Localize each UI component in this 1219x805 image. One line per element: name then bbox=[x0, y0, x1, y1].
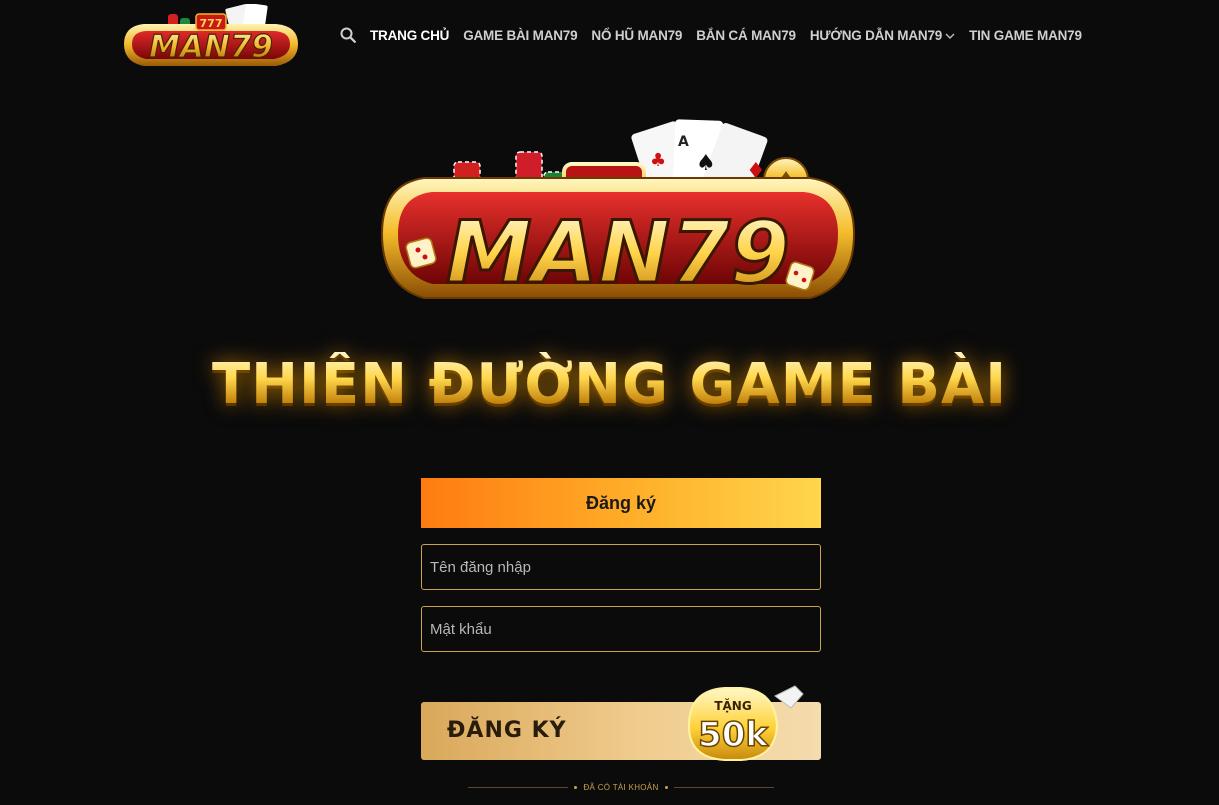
svg-text:♠: ♠ bbox=[696, 151, 716, 176]
hand-icon bbox=[774, 685, 804, 709]
register-button[interactable]: ĐĂNG KÝ TẶNG 50k bbox=[421, 685, 821, 761]
chevron-down-icon bbox=[945, 28, 955, 43]
tab-register-label: Đăng ký bbox=[585, 492, 657, 513]
nav-item-no-hu[interactable]: NỔ HŨ MAN79 bbox=[591, 28, 682, 43]
nav-item-huong-dan[interactable]: HƯỚNG DẪN MAN79 bbox=[810, 28, 955, 43]
man79-logo[interactable]: 777 MAN79 bbox=[110, 4, 310, 78]
search-icon[interactable] bbox=[340, 27, 356, 43]
svg-text:♣: ♣ bbox=[650, 150, 666, 171]
tab-register[interactable]: Đăng ký bbox=[421, 478, 821, 528]
logo-text: MAN79 bbox=[149, 29, 273, 65]
register-form: Đăng ký ĐĂNG KÝ TẶNG 50k ĐÃ CÓ TÀI KHOẢN bbox=[421, 478, 821, 792]
nav-item-trang-chu[interactable]: TRANG CHỦ bbox=[370, 28, 449, 43]
password-input[interactable] bbox=[430, 620, 812, 638]
register-button-label: ĐĂNG KÝ bbox=[447, 718, 567, 743]
nav-item-label: BẮN CÁ MAN79 bbox=[696, 27, 796, 43]
hero-slogan: THIÊN ĐƯỜNG GAME BÀI bbox=[0, 352, 1219, 417]
nav-item-label: HƯỚNG DẪN MAN79 bbox=[809, 27, 943, 43]
nav-item-label: TRANG CHỦ bbox=[370, 27, 450, 43]
password-field bbox=[421, 606, 821, 652]
nav-item-ban-ca[interactable]: BẮN CÁ MAN79 bbox=[696, 28, 796, 43]
nav-item-label: GAME BÀI MAN79 bbox=[463, 27, 578, 43]
login-divider: ĐÃ CÓ TÀI KHOẢN bbox=[468, 780, 774, 794]
username-field bbox=[421, 544, 821, 590]
man79-hero-logo: A ♠ ♦ ♣ 777 ♠ MAN79 bbox=[380, 119, 856, 305]
username-input[interactable] bbox=[430, 558, 812, 576]
site-header: 777 MAN79 TRANG CHỦ GAME BÀI MAN79 NỔ HŨ… bbox=[0, 0, 1219, 80]
logo-text: MAN79 bbox=[446, 203, 790, 303]
divider-text[interactable]: ĐÃ CÓ TÀI KHOẢN bbox=[583, 783, 658, 792]
badge-top-text: TẶNG bbox=[714, 698, 751, 713]
svg-text:A: A bbox=[678, 134, 689, 150]
nav-item-label: NỔ HŨ MAN79 bbox=[591, 27, 683, 43]
badge-value-text: 50k bbox=[698, 715, 769, 755]
nav-item-label: TIN GAME MAN79 bbox=[969, 27, 1082, 43]
nav-item-tin-game[interactable]: TIN GAME MAN79 bbox=[969, 28, 1082, 43]
main-nav: TRANG CHỦ GAME BÀI MAN79 NỔ HŨ MAN79 BẮN… bbox=[340, 22, 1096, 48]
bonus-50k-badge: TẶNG 50k bbox=[687, 685, 804, 761]
nav-item-game-bai[interactable]: GAME BÀI MAN79 bbox=[463, 28, 577, 43]
